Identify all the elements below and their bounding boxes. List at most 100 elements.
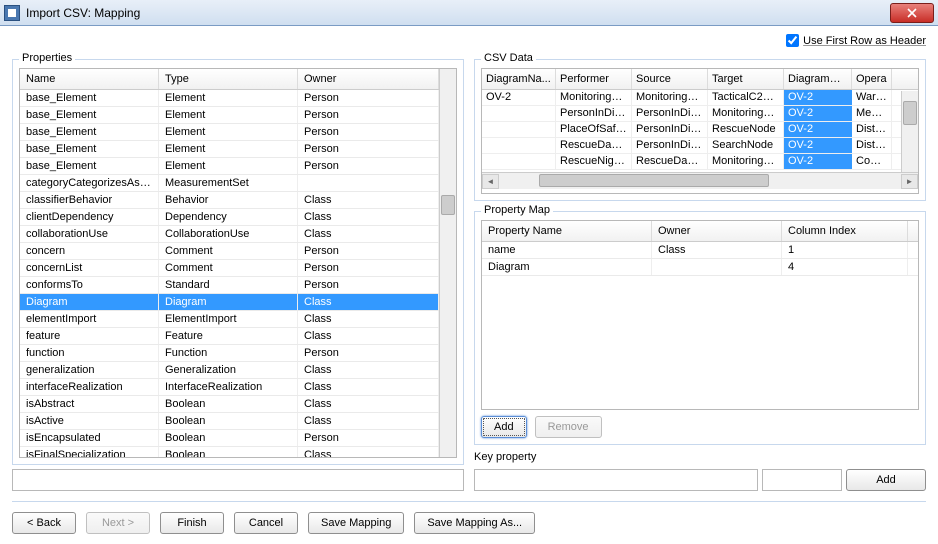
properties-col-name[interactable]: Name bbox=[20, 69, 159, 89]
table-row[interactable]: DiagramDiagramClass bbox=[20, 294, 439, 311]
csv-col-3[interactable]: Target bbox=[708, 69, 784, 89]
properties-scrollbar[interactable] bbox=[439, 69, 456, 457]
table-cell: OV-2 bbox=[784, 106, 852, 121]
back-button[interactable]: < Back bbox=[12, 512, 76, 534]
table-row[interactable]: categoryCategorizesAssetMeasurementSet bbox=[20, 175, 439, 192]
property-map-remove-button[interactable]: Remove bbox=[535, 416, 602, 438]
table-cell: MeasurementSet bbox=[159, 175, 298, 191]
scrollbar-thumb[interactable] bbox=[903, 101, 917, 125]
table-cell: Person bbox=[298, 243, 439, 259]
table-cell: Contro bbox=[852, 154, 892, 169]
table-row[interactable]: RescueDayS...PersonInDis...SearchNodeOV-… bbox=[482, 138, 918, 154]
table-row[interactable]: base_ElementElementPerson bbox=[20, 124, 439, 141]
table-row[interactable]: isAbstractBooleanClass bbox=[20, 396, 439, 413]
save-mapping-as-button[interactable]: Save Mapping As... bbox=[414, 512, 535, 534]
table-cell: Element bbox=[159, 158, 298, 174]
properties-col-owner[interactable]: Owner bbox=[298, 69, 439, 89]
table-row[interactable]: concernListCommentPerson bbox=[20, 260, 439, 277]
table-cell: Warnin bbox=[852, 90, 892, 105]
properties-col-type[interactable]: Type bbox=[159, 69, 298, 89]
csv-table[interactable]: DiagramNa... Performer Source Target Dia… bbox=[481, 68, 919, 194]
table-cell: 1 bbox=[782, 242, 908, 258]
table-row[interactable]: generalizationGeneralizationClass bbox=[20, 362, 439, 379]
table-cell: Distres bbox=[852, 138, 892, 153]
table-cell: PersonInDis... bbox=[632, 122, 708, 137]
csv-col-5[interactable]: Opera bbox=[852, 69, 892, 89]
cancel-button[interactable]: Cancel bbox=[234, 512, 298, 534]
table-cell: MonitoringN... bbox=[708, 106, 784, 121]
pmap-col-index[interactable]: Column Index bbox=[782, 221, 908, 241]
table-row[interactable]: base_ElementElementPerson bbox=[20, 158, 439, 175]
table-cell bbox=[482, 106, 556, 121]
key-property-input-2[interactable] bbox=[762, 469, 842, 491]
table-row[interactable]: interfaceRealizationInterfaceRealization… bbox=[20, 379, 439, 396]
csv-col-0[interactable]: DiagramNa... bbox=[482, 69, 556, 89]
table-row[interactable]: isEncapsulatedBooleanPerson bbox=[20, 430, 439, 447]
table-cell: Standard bbox=[159, 277, 298, 293]
properties-header: Name Type Owner bbox=[20, 69, 439, 90]
save-mapping-button[interactable]: Save Mapping bbox=[308, 512, 404, 534]
table-cell bbox=[652, 259, 782, 275]
property-map-table[interactable]: Property Name Owner Column Index nameCla… bbox=[481, 220, 919, 410]
use-first-row-checkbox[interactable] bbox=[786, 34, 799, 47]
table-cell: Class bbox=[298, 226, 439, 242]
table-cell bbox=[298, 175, 439, 191]
window-title: Import CSV: Mapping bbox=[26, 6, 890, 20]
table-row[interactable]: base_ElementElementPerson bbox=[20, 107, 439, 124]
table-cell: generalization bbox=[20, 362, 159, 378]
scroll-right-icon[interactable]: ► bbox=[901, 174, 918, 189]
csv-col-1[interactable]: Performer bbox=[556, 69, 632, 89]
table-row[interactable]: OV-2MonitoringN...MonitoringN...Tactical… bbox=[482, 90, 918, 106]
csv-v-scrollbar[interactable] bbox=[901, 91, 918, 173]
table-cell: Boolean bbox=[159, 447, 298, 457]
close-button[interactable] bbox=[890, 3, 934, 23]
table-cell: TacticalC2N... bbox=[708, 90, 784, 105]
properties-filter-input[interactable] bbox=[12, 469, 464, 491]
table-cell: RescueDayS... bbox=[556, 138, 632, 153]
property-map-add-button[interactable]: Add bbox=[481, 416, 527, 438]
table-row[interactable]: classifierBehaviorBehaviorClass bbox=[20, 192, 439, 209]
table-cell: Class bbox=[298, 379, 439, 395]
table-row[interactable]: isFinalSpecializationBooleanClass bbox=[20, 447, 439, 457]
table-row[interactable]: featureFeatureClass bbox=[20, 328, 439, 345]
table-row[interactable]: RescueNight...RescueDayS...MonitoringN..… bbox=[482, 154, 918, 170]
scrollbar-thumb[interactable] bbox=[539, 174, 769, 187]
close-icon bbox=[907, 8, 917, 18]
table-row[interactable]: PersonInDis...PersonInDis...MonitoringN.… bbox=[482, 106, 918, 122]
table-row[interactable]: isActiveBooleanClass bbox=[20, 413, 439, 430]
table-cell: isEncapsulated bbox=[20, 430, 159, 446]
csv-data-label: CSV Data bbox=[481, 52, 536, 64]
table-row[interactable]: nameClass1 bbox=[482, 242, 918, 259]
table-row[interactable]: base_ElementElementPerson bbox=[20, 141, 439, 158]
table-row[interactable]: conformsToStandardPerson bbox=[20, 277, 439, 294]
table-cell: base_Element bbox=[20, 124, 159, 140]
table-cell: Person bbox=[298, 124, 439, 140]
next-button[interactable]: Next > bbox=[86, 512, 150, 534]
table-cell: ElementImport bbox=[159, 311, 298, 327]
pmap-col-owner[interactable]: Owner bbox=[652, 221, 782, 241]
table-cell: OV-2 bbox=[784, 138, 852, 153]
table-row[interactable]: elementImportElementImportClass bbox=[20, 311, 439, 328]
key-property-input-1[interactable] bbox=[474, 469, 758, 491]
properties-group: Properties Name Type Owner base_ElementE… bbox=[12, 59, 464, 465]
table-cell: Person bbox=[298, 277, 439, 293]
table-row[interactable]: clientDependencyDependencyClass bbox=[20, 209, 439, 226]
table-row[interactable]: PlaceOfSafetyPersonInDis...RescueNodeOV-… bbox=[482, 122, 918, 138]
scroll-left-icon[interactable]: ◄ bbox=[482, 174, 499, 189]
scrollbar-thumb[interactable] bbox=[441, 195, 455, 215]
use-first-row-as-header[interactable]: Use First Row as Header bbox=[786, 34, 926, 47]
finish-button[interactable]: Finish bbox=[160, 512, 224, 534]
csv-col-4[interactable]: DiagramO... bbox=[784, 69, 852, 89]
table-row[interactable]: base_ElementElementPerson bbox=[20, 90, 439, 107]
table-row[interactable]: Diagram4 bbox=[482, 259, 918, 276]
property-map-group: Property Map Property Name Owner Column … bbox=[474, 211, 926, 445]
table-row[interactable]: functionFunctionPerson bbox=[20, 345, 439, 362]
properties-table[interactable]: Name Type Owner base_ElementElementPerso… bbox=[20, 69, 439, 457]
key-property-add-button[interactable]: Add bbox=[846, 469, 926, 491]
pmap-col-name[interactable]: Property Name bbox=[482, 221, 652, 241]
table-row[interactable]: collaborationUseCollaborationUseClass bbox=[20, 226, 439, 243]
table-row[interactable]: concernCommentPerson bbox=[20, 243, 439, 260]
csv-col-2[interactable]: Source bbox=[632, 69, 708, 89]
table-cell: Distres bbox=[852, 122, 892, 137]
csv-h-scrollbar[interactable]: ◄ ► bbox=[482, 172, 918, 189]
